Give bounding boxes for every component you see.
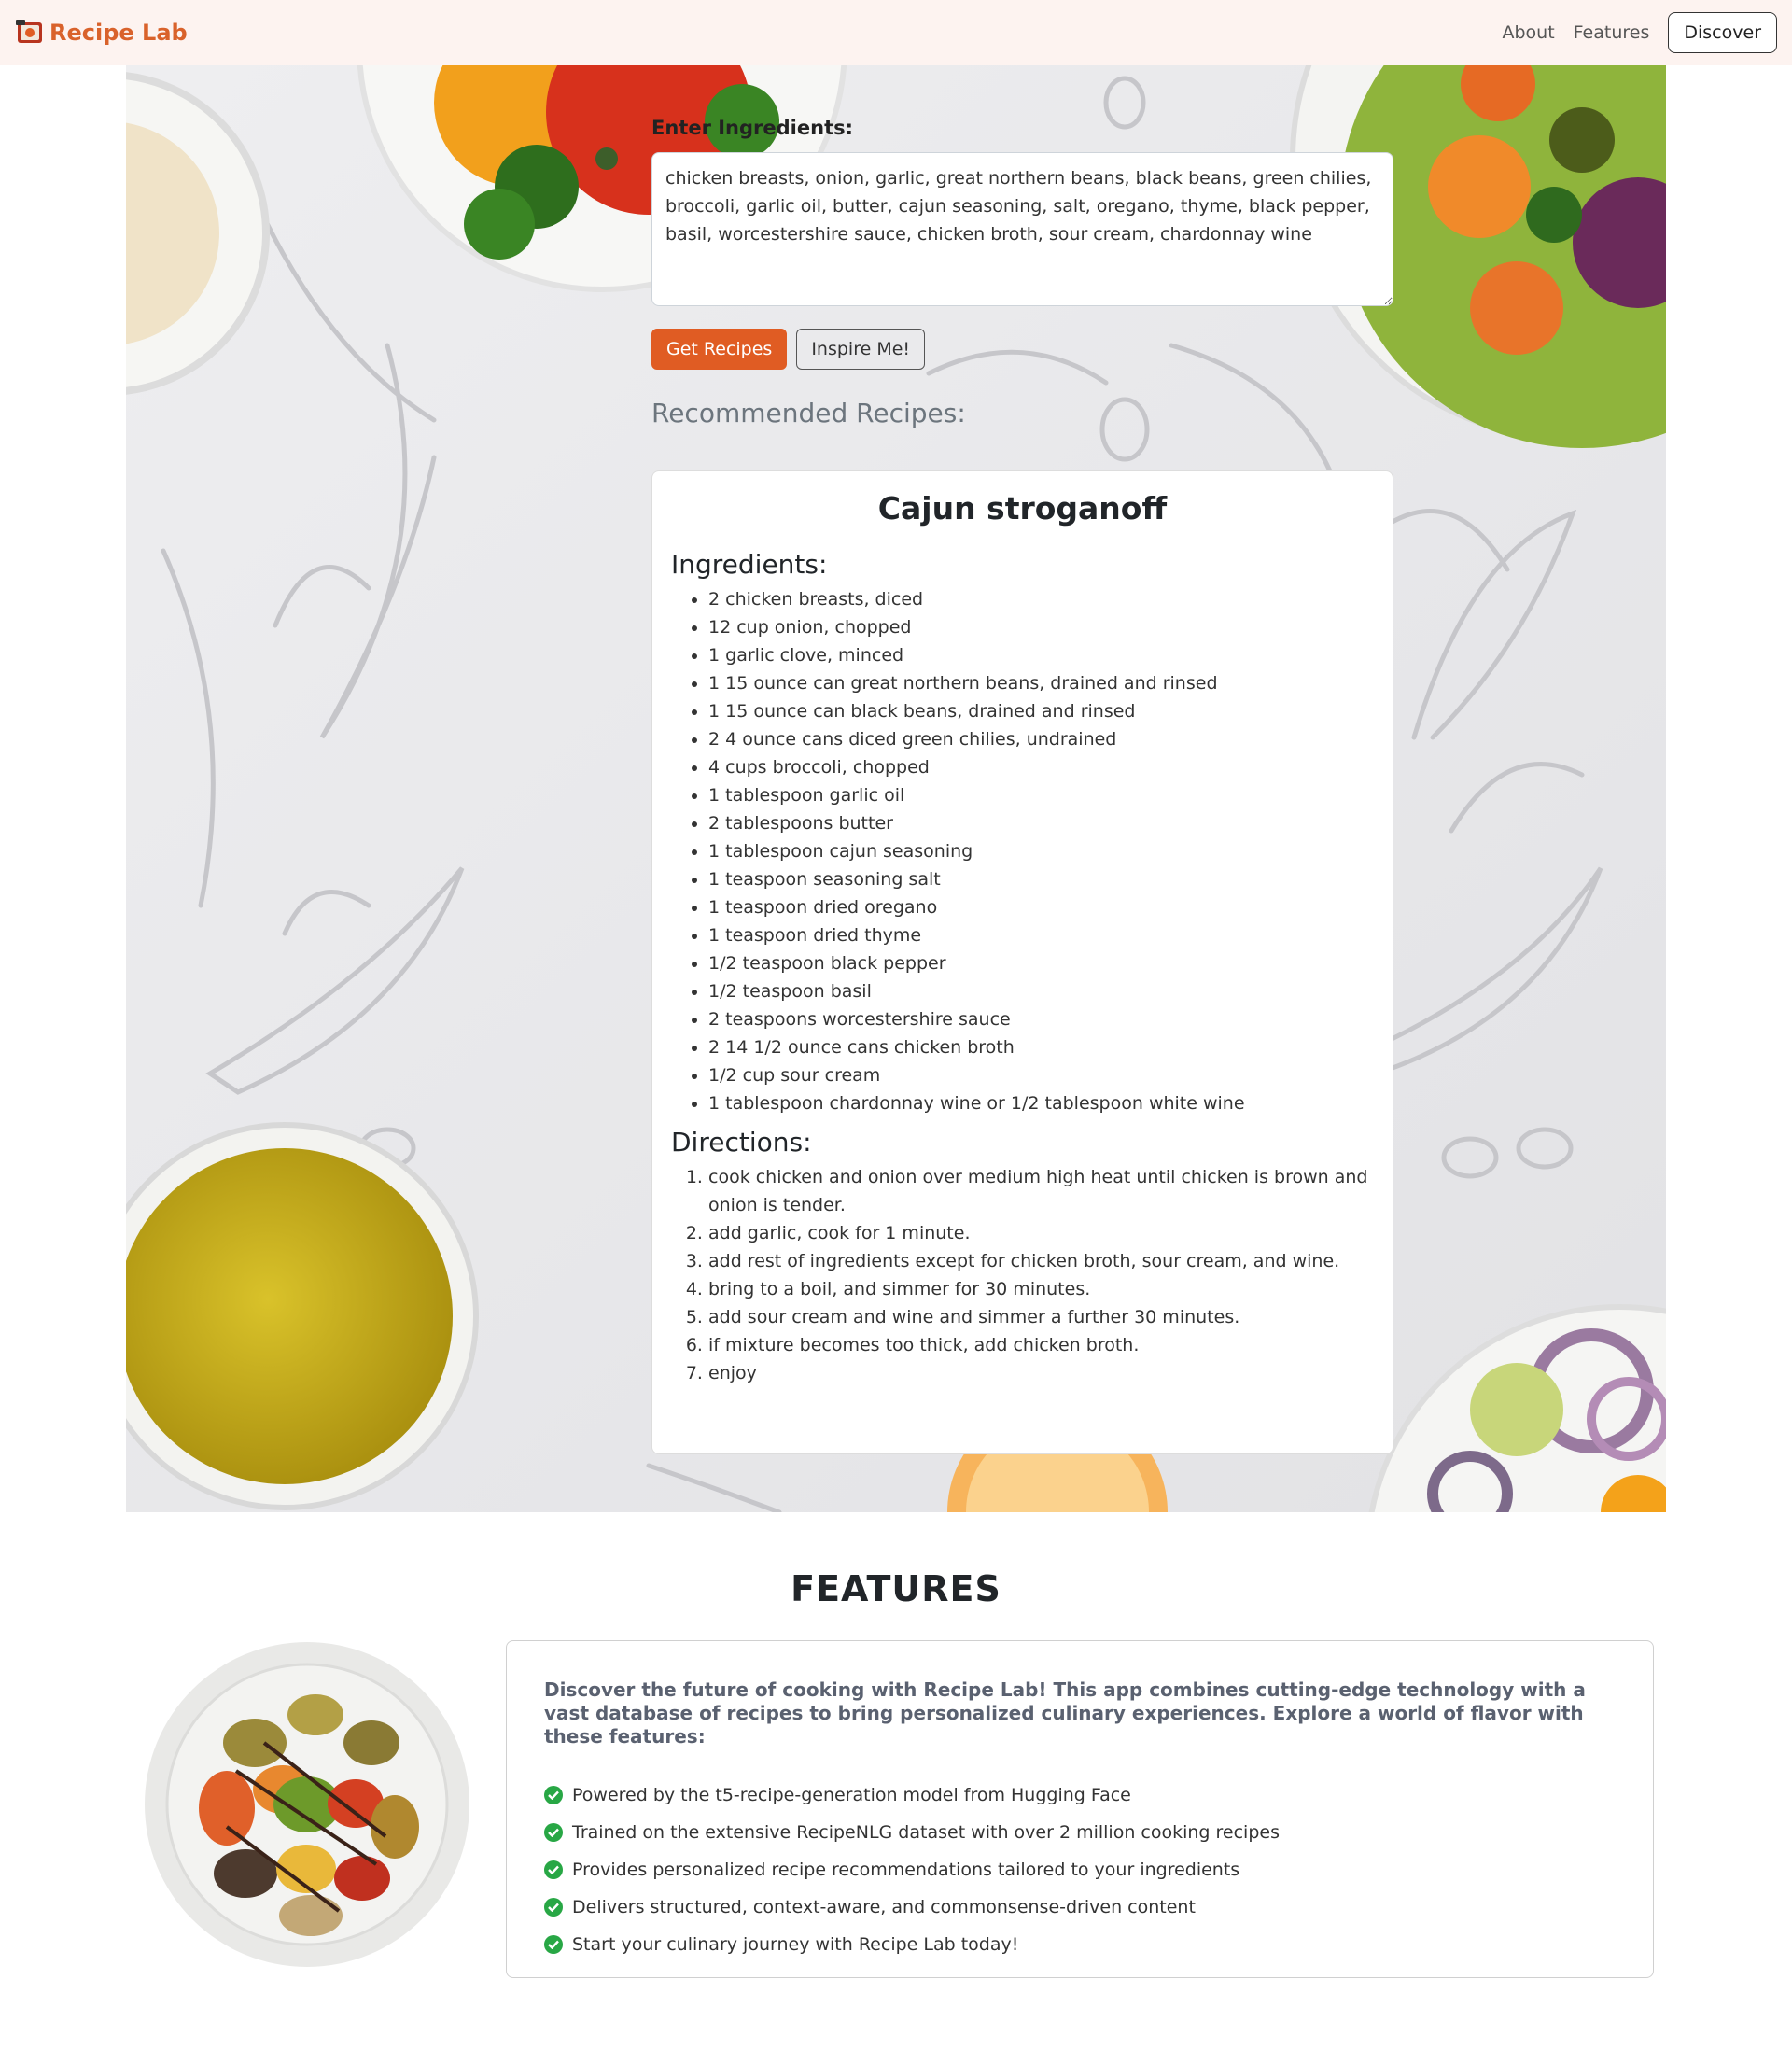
ingredient-form: Enter Ingredients: chicken breasts, onio… [651,117,1393,428]
ingredients-list: 2 chicken breasts, diced 12 cup onion, c… [671,585,1374,1117]
ingredient-item: 1 tablespoon chardonnay wine or 1/2 tabl… [708,1089,1374,1117]
ingredient-item: 1 15 ounce can great northern beans, dra… [708,669,1374,697]
feature-item: Trained on the extensive RecipeNLG datas… [544,1814,1616,1851]
nav-link-features[interactable]: Features [1574,22,1650,43]
direction-step: enjoy [708,1359,1374,1387]
brand-link[interactable]: Recipe Lab [16,20,188,46]
direction-step: cook chicken and onion over medium high … [708,1163,1374,1219]
ingredient-item: 2 chicken breasts, diced [708,585,1374,613]
ingredient-item: 1 teaspoon seasoning salt [708,865,1374,893]
ingredient-item: 1 garlic clove, minced [708,641,1374,669]
ingredient-item: 4 cups broccoli, chopped [708,753,1374,781]
brand-name: Recipe Lab [49,20,188,46]
feature-list: Powered by the t5-recipe-generation mode… [544,1776,1616,1963]
ingredient-item: 2 4 ounce cans diced green chilies, undr… [708,725,1374,753]
feature-item: Start your culinary journey with Recipe … [544,1926,1616,1963]
direction-step: add garlic, cook for 1 minute. [708,1219,1374,1247]
inspire-me-button[interactable]: Inspire Me! [796,329,926,370]
feature-text: Start your culinary journey with Recipe … [572,1934,1019,1955]
direction-step: add sour cream and wine and simmer a fur… [708,1303,1374,1331]
ingredient-item: 1/2 teaspoon black pepper [708,949,1374,977]
feature-text: Delivers structured, context-aware, and … [572,1897,1196,1917]
features-title: FEATURES [791,1568,1001,1609]
ingredient-item: 12 cup onion, chopped [708,613,1374,641]
ingredient-item: 1/2 teaspoon basil [708,977,1374,1005]
ingredient-item: 1 teaspoon dried oregano [708,893,1374,921]
ingredients-input[interactable]: chicken breasts, onion, garlic, great no… [651,152,1393,306]
check-circle-icon [544,1823,563,1842]
hero-section: Enter Ingredients: chicken breasts, onio… [126,65,1666,1512]
check-circle-icon [544,1786,563,1804]
check-circle-icon [544,1860,563,1879]
recipe-card: Cajun stroganoff Ingredients: 2 chicken … [651,470,1393,1454]
check-circle-icon [544,1935,563,1954]
feature-text: Trained on the extensive RecipeNLG datas… [572,1822,1280,1843]
discover-button[interactable]: Discover [1668,12,1777,53]
ingredient-item: 1/2 cup sour cream [708,1061,1374,1089]
recipe-book-logo-icon [16,20,46,46]
recommended-recipes-heading: Recommended Recipes: [651,398,966,428]
ingredients-heading: Ingredients: [671,549,828,580]
get-recipes-button[interactable]: Get Recipes [651,329,788,370]
direction-step: if mixture becomes too thick, add chicke… [708,1331,1374,1359]
ingredient-item: 1 tablespoon cajun seasoning [708,837,1374,865]
ingredient-item: 1 tablespoon garlic oil [708,781,1374,809]
features-intro: Discover the future of cooking with Reci… [544,1678,1586,1748]
check-circle-icon [544,1898,563,1917]
direction-step: bring to a boil, and simmer for 30 minut… [708,1275,1374,1303]
direction-step: add rest of ingredients except for chick… [708,1247,1374,1275]
recipe-title: Cajun stroganoff [877,490,1168,527]
ingredient-item: 2 tablespoons butter [708,809,1374,837]
ingredient-item: 2 14 1/2 ounce cans chicken broth [708,1033,1374,1061]
feature-item: Delivers structured, context-aware, and … [544,1888,1616,1926]
feature-text: Provides personalized recipe recommendat… [572,1860,1240,1880]
features-card: Discover the future of cooking with Reci… [506,1640,1654,1978]
directions-list: cook chicken and onion over medium high … [671,1163,1374,1387]
form-buttons: Get Recipes Inspire Me! [651,329,1393,370]
feature-item: Powered by the t5-recipe-generation mode… [544,1776,1616,1814]
directions-heading: Directions: [671,1127,812,1158]
feature-text: Powered by the t5-recipe-generation mode… [572,1785,1131,1805]
feature-item: Provides personalized recipe recommendat… [544,1851,1616,1888]
ingredients-label: Enter Ingredients: [651,117,853,139]
nav-link-about[interactable]: About [1502,22,1554,43]
ingredient-item: 1 15 ounce can black beans, drained and … [708,697,1374,725]
ingredient-item: 1 teaspoon dried thyme [708,921,1374,949]
ingredient-item: 2 teaspoons worcestershire sauce [708,1005,1374,1033]
navbar: Recipe Lab About Features Discover [0,0,1792,65]
nav-links: About Features Discover [1502,12,1777,53]
grilled-vegetables-plate-image [143,1640,471,1969]
